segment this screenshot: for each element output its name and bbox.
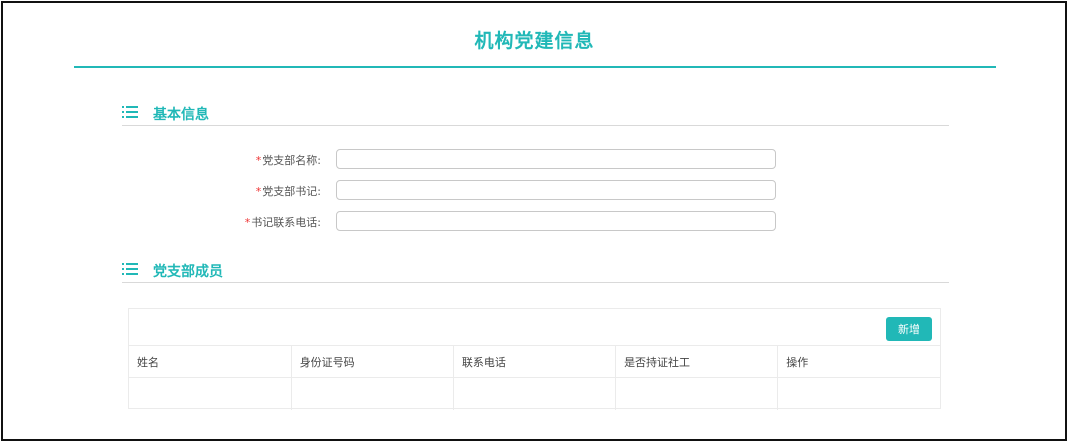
form-row-branch-name: *党支部名称: [0, 149, 1069, 169]
table-cell [777, 377, 940, 410]
column-header-actions: 操作 [777, 345, 940, 378]
list-icon [122, 263, 138, 275]
table-cell [453, 377, 617, 410]
required-mark: * [255, 185, 262, 198]
table-cell [291, 377, 454, 410]
table-cell [129, 377, 292, 410]
members-table-panel: 新增 姓名 身份证号码 联系电话 是否持证社工 操作 [128, 308, 941, 410]
list-icon [122, 106, 138, 118]
field-label-secretary-phone: *书记联系电话: [244, 216, 321, 229]
form-row-branch-secretary: *党支部书记: [0, 180, 1069, 200]
required-mark: * [244, 216, 251, 229]
table-header-row: 姓名 身份证号码 联系电话 是否持证社工 操作 [129, 345, 940, 378]
table-cell [615, 377, 779, 410]
section-title-members: 党支部成员 [153, 264, 223, 280]
branch-secretary-input[interactable] [336, 180, 776, 200]
section-title-basic: 基本信息 [153, 107, 209, 123]
branch-name-input[interactable] [336, 149, 776, 169]
section-header-members: 党支部成员 [122, 261, 949, 283]
form-row-secretary-phone: *书记联系电话: [0, 211, 1069, 231]
field-label-branch-secretary: *党支部书记: [255, 185, 321, 198]
table-row [129, 377, 940, 410]
field-label-branch-name: *党支部名称: [255, 154, 321, 167]
column-header-phone: 联系电话 [453, 345, 617, 378]
column-header-certified-social-worker: 是否持证社工 [615, 345, 779, 378]
page-title: 机构党建信息 [474, 30, 595, 52]
column-header-id-number: 身份证号码 [291, 345, 454, 378]
required-mark: * [255, 154, 262, 167]
section-header-basic: 基本信息 [122, 104, 949, 126]
members-table: 姓名 身份证号码 联系电话 是否持证社工 操作 [129, 345, 940, 410]
secretary-phone-input[interactable] [336, 211, 776, 231]
title-divider [74, 66, 996, 68]
add-member-button[interactable]: 新增 [886, 317, 932, 341]
column-header-name: 姓名 [129, 345, 292, 378]
